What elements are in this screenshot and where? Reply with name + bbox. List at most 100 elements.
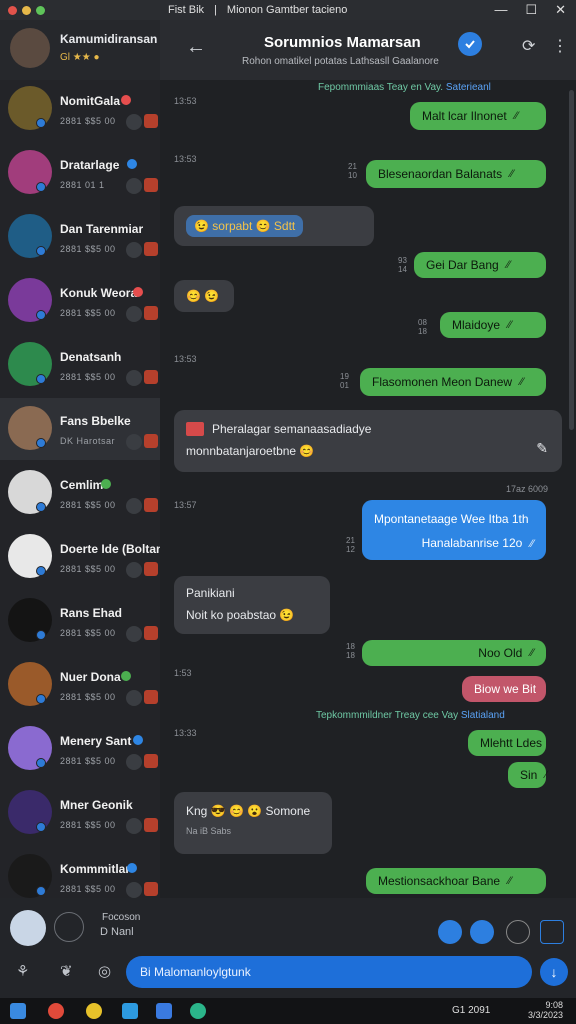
contact-row[interactable]: Doerte Ide (Boltament 2881 $$5 00 bbox=[0, 526, 185, 588]
message-bubble-out[interactable]: Noo Old ⁄⁄ bbox=[362, 640, 546, 666]
composer-label: Focoson bbox=[102, 912, 141, 923]
notice-link[interactable]: Slatialand bbox=[461, 710, 505, 721]
timestamp: 13:33 bbox=[174, 728, 197, 738]
message-bubble-out[interactable]: Malt lcar Ilnonet ⁄⁄ bbox=[410, 102, 546, 130]
chrome-icon[interactable] bbox=[48, 1003, 64, 1019]
system-tray[interactable]: G1 2091 bbox=[452, 1005, 490, 1016]
message-bubble-out[interactable]: Gei Dar Bang ⁄⁄ bbox=[414, 252, 546, 278]
more-menu-icon[interactable]: ⋮ bbox=[552, 36, 568, 56]
contact-row[interactable]: NomitGala 2881 $$5 00 bbox=[0, 78, 160, 140]
scrollbar[interactable] bbox=[569, 90, 574, 430]
profile-header[interactable]: Kamumidiransan Gl ★★ ● bbox=[0, 20, 160, 80]
refresh-icon[interactable]: ⟳ bbox=[522, 36, 535, 56]
message-bubble-out[interactable]: Flasomonen Meon Danew ⁄⁄ bbox=[360, 368, 546, 396]
message-bubble-in[interactable]: Pheralagar semanaasadiadye monnbatanjaro… bbox=[174, 410, 562, 472]
contact-name: Dan Tarenmiar bbox=[60, 222, 144, 236]
timestamp: 13:53 bbox=[174, 354, 197, 364]
game-icon[interactable] bbox=[144, 306, 158, 320]
status-badge-icon bbox=[133, 735, 144, 745]
game-icon[interactable] bbox=[144, 434, 158, 448]
minimize-button[interactable]: — bbox=[494, 2, 507, 18]
camera-icon[interactable]: ◎ bbox=[98, 962, 111, 980]
notice-text: Tepkommmildner Treay cee Vay bbox=[316, 710, 461, 721]
contact-row[interactable]: Denatsanh 2881 $$5 00 bbox=[0, 334, 160, 396]
contact-row[interactable]: Menery Sant 2881 $$5 00 bbox=[0, 718, 160, 780]
maximize-button[interactable]: ☐ bbox=[525, 2, 537, 18]
store-icon[interactable] bbox=[122, 1003, 138, 1019]
message-bubble-out[interactable]: Mlaidoye ⁄⁄ bbox=[440, 312, 546, 338]
message-bubble-out[interactable]: Mpontanetaage Wee Itba 1th Hanalabanrise… bbox=[362, 500, 546, 560]
gif-icon[interactable] bbox=[540, 920, 564, 944]
game-icon[interactable] bbox=[144, 882, 158, 896]
status-badge-icon bbox=[127, 863, 137, 873]
edit-pencil-icon[interactable]: ✎ bbox=[536, 440, 548, 457]
game-icon[interactable] bbox=[144, 114, 158, 128]
notice-link[interactable]: Saterieanl bbox=[446, 82, 491, 93]
profile-avatar[interactable] bbox=[10, 28, 50, 68]
message-text-line2: Noit ko poabstao 😉 bbox=[186, 608, 295, 622]
game-icon[interactable] bbox=[144, 818, 158, 832]
message-bubble-out[interactable]: Biow we Bit bbox=[462, 676, 546, 702]
contact-row[interactable]: Rans Ehad 2881 $$5 00 bbox=[0, 590, 160, 652]
sticker-icon[interactable]: ❦ bbox=[60, 962, 73, 980]
message-bubble-in[interactable]: 😊 😉 bbox=[174, 280, 234, 312]
game-icon[interactable] bbox=[144, 498, 158, 512]
message-meta: 93 14 bbox=[398, 256, 407, 274]
contact-row[interactable]: Fans Bbelke DK Harotsar bbox=[0, 398, 160, 460]
browser-icon[interactable] bbox=[86, 1003, 102, 1019]
message-bubble-in[interactable]: 😉 sorpabt 😊 Sdtt bbox=[174, 206, 374, 246]
online-badge-icon bbox=[36, 118, 46, 128]
minimize-dot-icon[interactable] bbox=[22, 5, 31, 15]
contact-meta: 2881 $$5 00 bbox=[60, 820, 116, 830]
message-text-line2: Na iB Sabs bbox=[186, 826, 232, 836]
contact-row[interactable]: Mner Geonik 2881 $$5 00 bbox=[0, 782, 160, 844]
message-thread[interactable]: Fepommmiaas Teay en Vay. Saterieanl 13:5… bbox=[160, 80, 576, 898]
reaction-icon[interactable] bbox=[438, 920, 462, 944]
status-badge-icon bbox=[120, 95, 131, 105]
contact-row[interactable]: Nuer Dona 2881 $$5 00 bbox=[0, 654, 160, 716]
game-icon[interactable] bbox=[144, 370, 158, 384]
contact-meta: 2881 $$5 00 bbox=[60, 308, 116, 318]
back-arrow-icon[interactable]: ← bbox=[186, 36, 206, 59]
contact-row[interactable]: Cemlim 2881 $$5 00 bbox=[0, 462, 160, 524]
apps-icon[interactable]: ⚘ bbox=[16, 962, 29, 980]
game-icon[interactable] bbox=[144, 178, 158, 192]
message-bubble-out[interactable]: Blesenaordan Balanats ⁄⁄ bbox=[366, 160, 546, 188]
message-bubble-out[interactable]: Mlehtt Ldes bbox=[468, 730, 546, 756]
contact-row[interactable]: Dan Tarenmiar 2881 $$5 00 bbox=[0, 206, 160, 268]
game-icon[interactable] bbox=[144, 754, 158, 768]
message-bubble-out[interactable]: Mestionsackhoar Bane ⁄⁄ bbox=[366, 868, 546, 894]
online-badge-icon bbox=[36, 566, 46, 576]
game-icon[interactable] bbox=[144, 690, 158, 704]
emoji-icon[interactable] bbox=[506, 920, 530, 944]
message-text: Kng 😎 😊 😮 Somone bbox=[186, 804, 311, 818]
window-title: Mionon Gamtber tacieno bbox=[226, 4, 348, 16]
mail-icon[interactable] bbox=[156, 1003, 172, 1019]
close-dot-icon[interactable] bbox=[8, 5, 17, 15]
zoom-dot-icon[interactable] bbox=[36, 5, 45, 15]
contact-row[interactable]: Konuk Weora 2881 $$5 00 bbox=[0, 270, 160, 332]
message-bubble-in[interactable]: Kng 😎 😊 😮 Somone Na iB Sabs bbox=[174, 792, 332, 854]
message-bubble-out[interactable]: Sin ⁄ bbox=[508, 762, 548, 788]
game-icon[interactable] bbox=[144, 562, 158, 576]
message-text: Panikiani bbox=[186, 586, 235, 600]
message-text: Noo Old bbox=[478, 646, 523, 660]
contact-row[interactable]: Dratarlage 2881 01 1 bbox=[0, 142, 160, 204]
attach-icon[interactable] bbox=[470, 920, 494, 944]
start-icon[interactable] bbox=[10, 1003, 26, 1019]
clock[interactable]: 9:08 3/3/2023 bbox=[528, 1000, 563, 1020]
clock-time: 9:08 bbox=[545, 1000, 564, 1010]
composer-sub: D Nanl bbox=[100, 926, 134, 938]
my-avatar[interactable] bbox=[10, 910, 46, 946]
send-button[interactable]: ↓ bbox=[540, 958, 568, 986]
online-badge-icon bbox=[36, 246, 46, 256]
game-icon[interactable] bbox=[144, 626, 158, 640]
chat-app-icon[interactable] bbox=[190, 1003, 206, 1019]
message-bubble-in[interactable]: Panikiani Noit ko poabstao 😉 bbox=[174, 576, 330, 634]
game-icon[interactable] bbox=[144, 242, 158, 256]
message-input[interactable]: Bi Malomanloylgtunk bbox=[126, 956, 532, 988]
close-button[interactable]: ✕ bbox=[555, 2, 566, 18]
unread-count-icon bbox=[126, 434, 142, 450]
mic-icon[interactable] bbox=[54, 912, 84, 942]
read-check-icon: ⁄ bbox=[545, 769, 548, 781]
